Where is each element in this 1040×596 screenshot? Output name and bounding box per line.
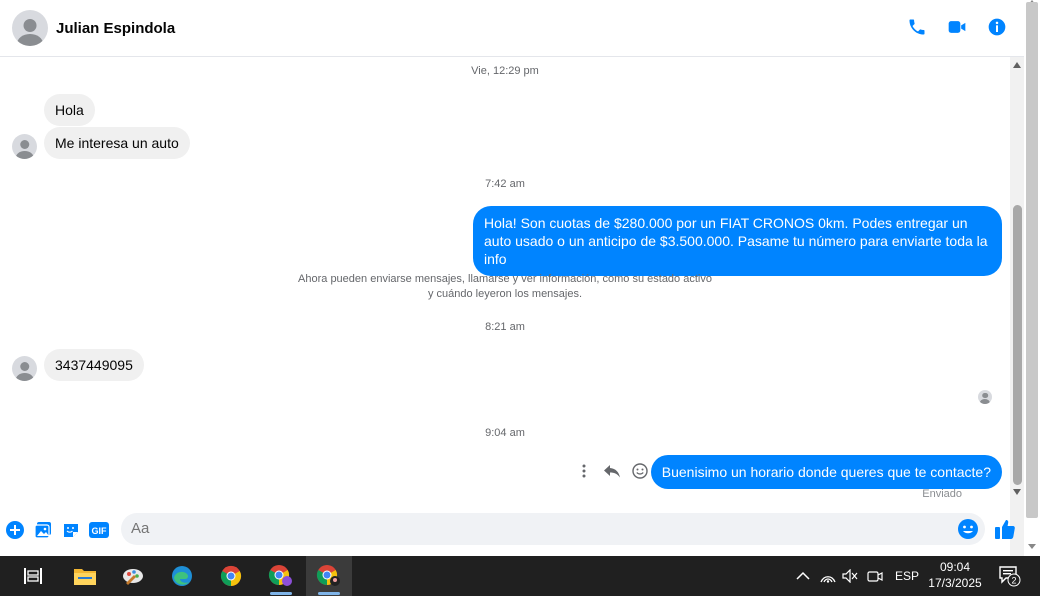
page-scroll-down-icon[interactable] (1028, 544, 1036, 549)
active-indicator (318, 592, 340, 595)
system-note-line: y cuándo leyeron los mensajes. (427, 288, 583, 300)
chrome-profile-icon[interactable] (258, 556, 304, 596)
message-actions (576, 463, 648, 479)
thumbs-up-icon[interactable] (994, 518, 1016, 540)
paint-app-icon[interactable] (110, 556, 156, 596)
file-explorer-icon[interactable] (62, 556, 108, 596)
message-status: Enviado (922, 488, 962, 500)
emoji-icon[interactable] (957, 518, 979, 540)
chat-header: Julian Espindola (0, 0, 1024, 57)
scrollbar-thumb[interactable] (1013, 205, 1022, 485)
video-call-icon[interactable] (946, 16, 968, 38)
edge-browser-icon[interactable] (159, 556, 205, 596)
scroll-down-arrow-icon[interactable] (1013, 489, 1021, 495)
page-scrollbar[interactable] (1024, 0, 1040, 556)
timestamp: 7:42 am (485, 178, 525, 190)
message-input-wrapper[interactable] (121, 513, 985, 545)
contact-avatar[interactable] (12, 10, 48, 46)
message-incoming[interactable]: 3437449095 (44, 349, 144, 381)
scroll-up-arrow-icon[interactable] (1013, 62, 1021, 68)
message-outgoing[interactable]: Hola! Son cuotas de $280.000 por un FIAT… (473, 206, 1002, 276)
chrome-browser-icon[interactable] (208, 556, 254, 596)
message-outgoing[interactable]: Buenisimo un horario donde queres que te… (650, 455, 1002, 489)
timestamp: 9:04 am (485, 427, 525, 439)
clock-date: 17/3/2025 (928, 576, 982, 590)
volume-muted-icon[interactable] (842, 556, 858, 596)
message-incoming[interactable]: Me interesa un auto (44, 127, 190, 159)
page-scrollbar-thumb[interactable] (1026, 2, 1038, 518)
read-receipt-avatar (978, 390, 992, 404)
composer-bar: GIF (0, 504, 1024, 556)
chrome-profile-active-icon[interactable] (306, 556, 352, 596)
info-icon[interactable] (986, 16, 1008, 38)
notification-center-icon[interactable]: 2 (998, 556, 1022, 596)
more-options-icon[interactable] (576, 463, 592, 479)
message-list: Vie, 12:29 pm Hola Me interesa un auto 7… (0, 57, 1010, 504)
gif-icon[interactable]: GIF (89, 520, 109, 540)
contact-name[interactable]: Julian Espindola (56, 20, 175, 37)
wifi-icon[interactable] (820, 556, 836, 596)
taskbar-clock[interactable]: 09:04 17/3/2025 (920, 559, 990, 591)
header-actions (906, 16, 1008, 38)
clock-time: 09:04 (939, 560, 971, 574)
notification-count: 2 (1011, 576, 1016, 586)
reply-icon[interactable] (604, 463, 620, 479)
show-hidden-icons-icon[interactable] (796, 556, 810, 596)
message-incoming[interactable]: Hola (44, 94, 95, 126)
phone-icon[interactable] (906, 16, 928, 38)
sender-avatar[interactable] (12, 134, 37, 159)
timestamp: Vie, 12:29 pm (471, 65, 539, 77)
running-indicator (270, 592, 292, 595)
plus-circle-icon[interactable] (5, 520, 25, 540)
sticker-icon[interactable] (61, 520, 81, 540)
sender-avatar[interactable] (12, 356, 37, 381)
timestamp: 8:21 am (485, 321, 525, 333)
chat-scrollbar[interactable] (1010, 57, 1024, 556)
language-indicator[interactable]: ESP (895, 556, 919, 596)
gif-label: GIF (92, 526, 108, 536)
meet-now-icon[interactable] (867, 556, 883, 596)
message-input[interactable] (131, 520, 931, 537)
system-note-line: Ahora pueden enviarse mensajes, llamarse… (298, 273, 712, 285)
system-note: Ahora pueden enviarse mensajes, llamarse… (0, 272, 1010, 302)
task-view-icon[interactable] (10, 556, 56, 596)
react-emoji-icon[interactable] (632, 463, 648, 479)
taskbar: ESP 09:04 17/3/2025 2 (0, 556, 1040, 596)
image-icon[interactable] (33, 520, 53, 540)
